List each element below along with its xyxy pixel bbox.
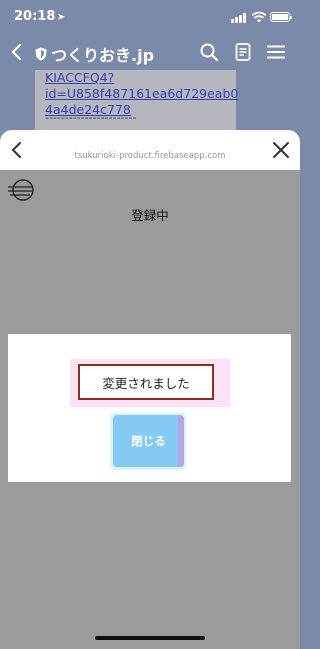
modal-dialog: 変更されました 閉じる — [8, 334, 291, 482]
close-button-edge — [178, 415, 184, 467]
location-arrow-icon: ➤ — [57, 12, 66, 23]
app-logo-icon — [8, 179, 34, 201]
back-arrow-icon[interactable] — [6, 41, 28, 63]
sheet-header: tsukurioki-product.firebaseapp.com — [0, 130, 300, 170]
search-icon[interactable] — [199, 42, 219, 62]
home-indicator[interactable] — [95, 636, 205, 640]
document-icon[interactable] — [233, 42, 253, 62]
background-page: KIACCFQ4? id=U858f487161ea6d729eab04a4de… — [35, 70, 238, 132]
page-heading: 登録中 — [131, 208, 169, 223]
menu-icon[interactable] — [266, 42, 286, 62]
close-button[interactable]: 閉じる — [113, 415, 184, 467]
message-text: 変更されました — [102, 375, 190, 391]
browser-navbar: つくりおき.jp — [0, 34, 300, 70]
close-icon[interactable] — [270, 139, 292, 161]
message-box: 変更されました — [78, 364, 214, 400]
battery-icon — [270, 12, 292, 22]
status-time: 20:18 — [14, 9, 56, 24]
page-title: つくりおき.jp — [35, 42, 154, 66]
wifi-icon — [251, 11, 267, 23]
status-bar: 20:18 ➤ — [0, 0, 300, 34]
sheet-url: tsukurioki-product.firebaseapp.com — [74, 151, 226, 161]
close-button-label: 閉じる — [131, 434, 166, 448]
site-title: つくりおき.jp — [51, 46, 155, 65]
divider-text: ----------------------- — [45, 111, 137, 124]
cellular-signal-icon — [231, 13, 248, 23]
shield-icon — [35, 47, 47, 61]
